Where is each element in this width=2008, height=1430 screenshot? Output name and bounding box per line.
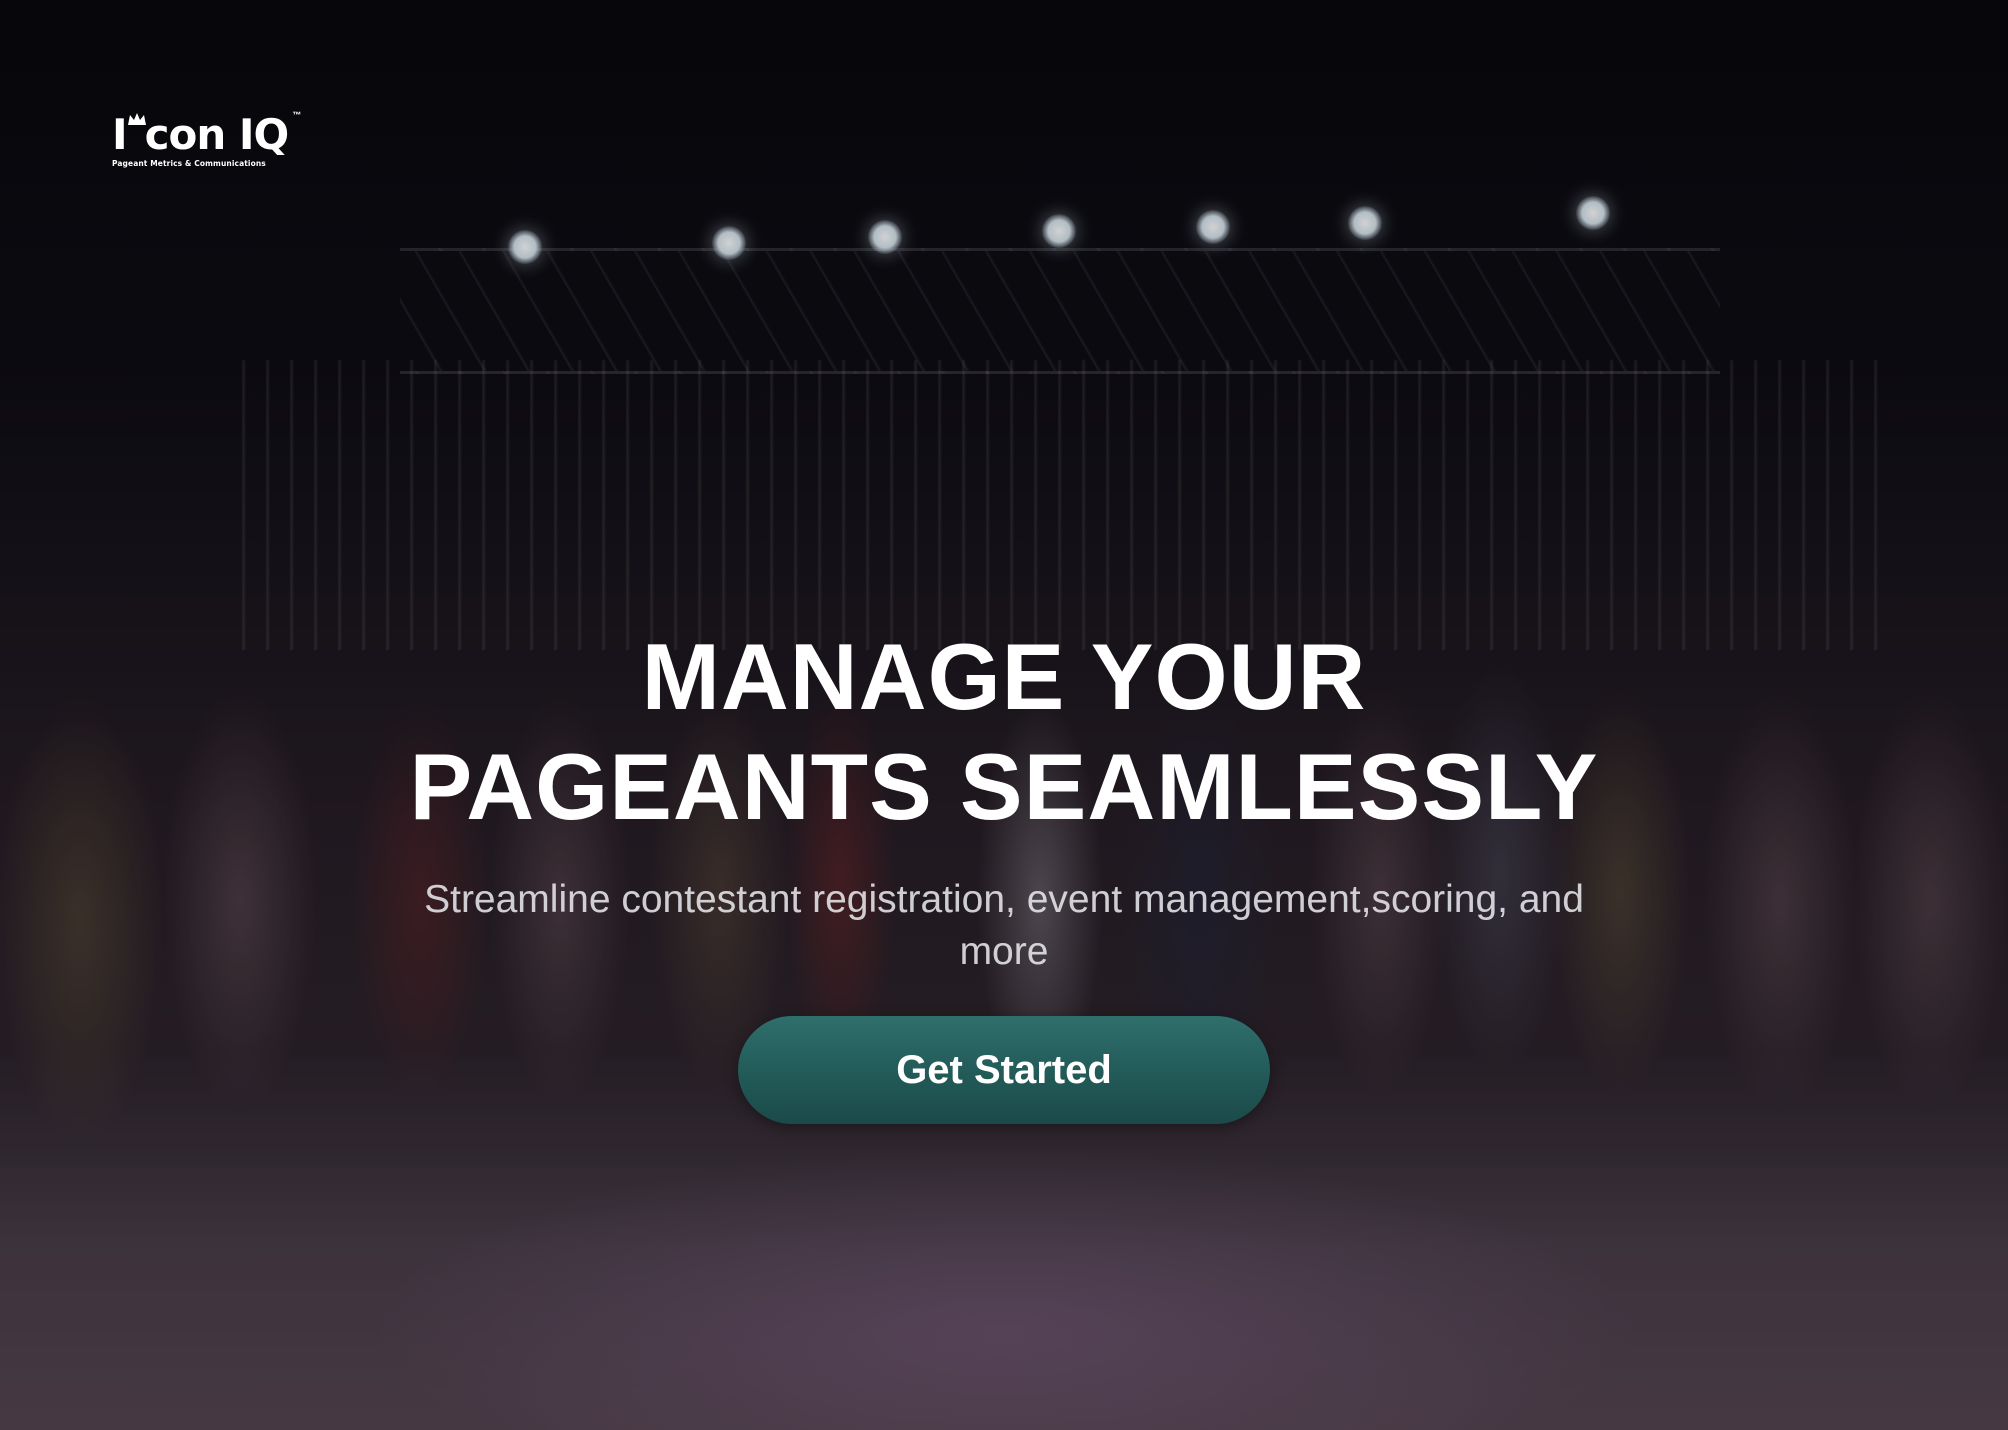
hero-section: MANAGE YOUR PAGEANTS SEAMLESSLY Streamli… — [0, 622, 2008, 1124]
landing-page: I con IQ ™ Pageant Metrics & Communicati… — [0, 0, 2008, 1430]
brand-logo[interactable]: I con IQ ™ Pageant Metrics & Communicati… — [112, 110, 301, 168]
logo-letter-i: I — [112, 110, 128, 159]
hero-title: MANAGE YOUR PAGEANTS SEAMLESSLY — [0, 622, 2008, 842]
hero-title-line-2: PAGEANTS SEAMLESSLY — [409, 734, 1599, 839]
hero-subtitle: Streamline contestant registration, even… — [424, 878, 1584, 973]
logo-tagline: Pageant Metrics & Communications — [112, 159, 266, 168]
get-started-button[interactable]: Get Started — [738, 1016, 1270, 1124]
logo-wordmark: con IQ — [144, 110, 290, 159]
logo-mark: I con IQ ™ — [112, 110, 301, 156]
trademark-symbol: ™ — [292, 110, 302, 120]
crown-icon — [127, 113, 146, 125]
hero-title-line-1: MANAGE YOUR — [641, 624, 1367, 729]
